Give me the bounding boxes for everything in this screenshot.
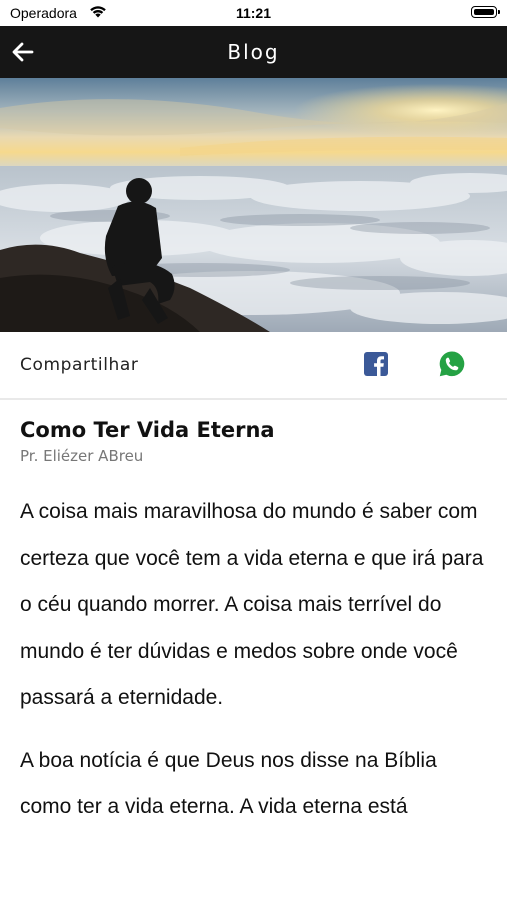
article: Como Ter Vida Eterna Pr. Eliézer ABreu A…	[20, 418, 490, 831]
article-paragraph: A coisa mais maravilhosa do mundo é sabe…	[20, 500, 484, 709]
article-author: Pr. Eliézer ABreu	[20, 447, 144, 465]
whatsapp-icon[interactable]	[438, 350, 466, 378]
hero-image	[0, 78, 507, 332]
share-bar: Compartilhar	[0, 332, 507, 400]
article-paragraph: A boa notícia é que Deus nos disse na Bí…	[20, 748, 437, 819]
nav-bar: Blog	[0, 26, 507, 78]
battery-icon	[471, 6, 500, 18]
clock: 11:21	[235, 5, 272, 21]
article-title: Como Ter Vida Eterna	[20, 418, 275, 442]
page-title: Blog	[227, 40, 280, 64]
share-label: Compartilhar	[20, 355, 139, 375]
facebook-icon[interactable]	[364, 352, 388, 376]
status-bar: Operadora 11:21	[0, 0, 507, 26]
